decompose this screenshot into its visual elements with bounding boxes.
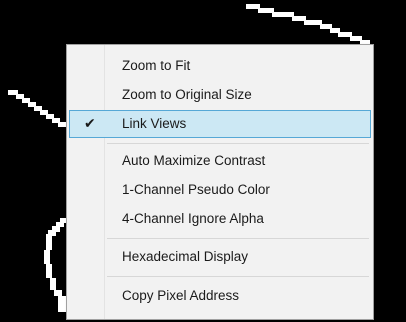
menu-item-label: Copy Pixel Address bbox=[122, 288, 240, 303]
menu-separator bbox=[107, 276, 369, 277]
menu-item-label: Auto Maximize Contrast bbox=[122, 153, 266, 168]
menu-item-label: 4-Channel Ignore Alpha bbox=[122, 211, 264, 226]
menu-item-auto-maximize-contrast[interactable]: Auto Maximize Contrast bbox=[69, 147, 371, 175]
menu-item-link-views[interactable]: ✔ Link Views bbox=[69, 110, 371, 138]
menu-separator bbox=[107, 143, 369, 144]
check-icon: ✔ bbox=[84, 115, 96, 131]
menu-item-label: Zoom to Fit bbox=[122, 58, 191, 73]
menu-item-label: 1-Channel Pseudo Color bbox=[122, 182, 270, 197]
menu-item-1-channel-pseudo-color[interactable]: 1-Channel Pseudo Color bbox=[69, 176, 371, 204]
menu-item-label: Hexadecimal Display bbox=[122, 249, 249, 264]
context-menu: Zoom to Fit Zoom to Original Size ✔ Link… bbox=[66, 44, 374, 320]
menu-separator bbox=[107, 238, 369, 239]
menu-item-label: Zoom to Original Size bbox=[122, 87, 252, 102]
menu-item-4-channel-ignore-alpha[interactable]: 4-Channel Ignore Alpha bbox=[69, 205, 371, 233]
menu-item-hexadecimal-display[interactable]: Hexadecimal Display bbox=[69, 243, 371, 271]
menu-item-label: Link Views bbox=[122, 116, 187, 131]
menu-item-zoom-to-fit[interactable]: Zoom to Fit bbox=[69, 52, 371, 80]
menu-item-copy-pixel-address[interactable]: Copy Pixel Address bbox=[69, 282, 371, 310]
menu-item-zoom-to-original-size[interactable]: Zoom to Original Size bbox=[69, 81, 371, 109]
